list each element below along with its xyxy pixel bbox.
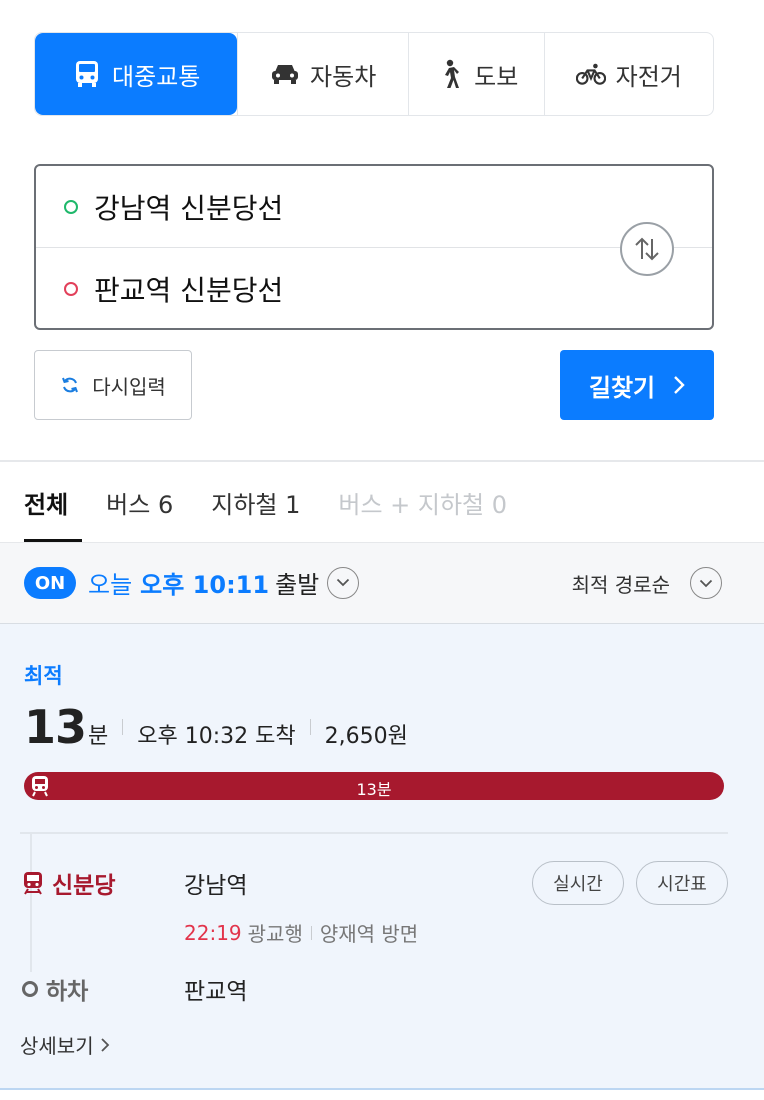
search-label: 길찾기 <box>588 373 656 402</box>
route-summary: 13 분 오후 10:32 도착 2,650원 <box>24 700 408 754</box>
sort-label: 최적 경로순 <box>571 572 670 597</box>
departure-bar: ON 오늘 오후 10:11 출발 최적 경로순 <box>0 542 764 624</box>
origin-dot-icon <box>64 200 78 214</box>
details-link[interactable]: 상세보기 <box>20 1030 110 1059</box>
reset-label: 다시입력 <box>92 374 166 399</box>
refresh-icon <box>62 377 79 393</box>
train-direction: 광교행 <box>247 922 303 946</box>
subway-icon <box>24 772 56 800</box>
subway-icon <box>24 872 42 895</box>
chevron-right-icon <box>100 1037 109 1052</box>
mode-tab-car[interactable]: 자동차 <box>237 33 408 115</box>
destination-text: 판교역 신분당선 <box>94 274 284 307</box>
duration-value: 13 <box>24 700 87 754</box>
route-input-box: 강남역 신분당선 판교역 신분당선 <box>34 164 714 330</box>
mode-tab-transit[interactable]: 대중교통 <box>35 33 238 115</box>
mode-label-transit: 대중교통 <box>112 62 201 91</box>
arrival-time: 오후 10:32 도착 <box>137 724 296 749</box>
train-detail: 22:19 광교행 양재역 방면 <box>184 918 418 947</box>
departure-time-selector[interactable]: 오늘 오후 10:11 출발 <box>88 565 360 600</box>
realtime-button[interactable]: 실시간 <box>532 861 624 905</box>
transport-mode-tabs: 대중교통 자동차 도보 자전거 <box>34 32 714 116</box>
tab-bus-subway[interactable]: 버스 + 지하철 0 <box>338 462 545 542</box>
fare: 2,650원 <box>324 724 408 749</box>
train-departure-time: 22:19 <box>184 920 242 945</box>
bicycle-icon <box>575 59 606 89</box>
summary-separator <box>122 719 124 735</box>
mode-label-bicycle: 자전거 <box>615 62 682 91</box>
departure-time: 오후 10:11 <box>140 571 270 599</box>
departure-suffix: 출발 <box>275 571 320 599</box>
origin-text: 강남역 신분당선 <box>94 192 284 225</box>
alight-label: 하차 <box>46 979 89 1005</box>
chevron-down-icon <box>690 567 722 599</box>
tab-all[interactable]: 전체 <box>24 462 83 542</box>
duration-unit: 분 <box>88 724 109 749</box>
destination-dot-icon <box>64 282 78 296</box>
chevron-right-icon <box>674 376 685 394</box>
route-timeline-bar: 13분 <box>24 772 724 800</box>
swap-button[interactable] <box>620 222 674 276</box>
route-vertical-line <box>30 834 32 972</box>
route-result-card[interactable]: 최적 13 분 오후 10:32 도착 2,650원 13분 신분당 강남역 실… <box>0 624 764 1090</box>
details-label: 상세보기 <box>20 1034 94 1058</box>
search-route-button[interactable]: 길찾기 <box>560 350 714 420</box>
alight-dot-icon <box>22 981 38 997</box>
best-route-tag: 최적 <box>24 664 63 688</box>
alighting-station: 판교역 <box>184 979 248 1005</box>
tab-subway[interactable]: 지하철 1 <box>211 462 338 542</box>
timeline-duration-label: 13분 <box>356 780 392 799</box>
boarding-station: 강남역 <box>184 873 248 899</box>
mode-tab-bicycle[interactable]: 자전거 <box>543 33 714 115</box>
mode-label-car: 자동차 <box>310 62 377 91</box>
result-filter-tabs: 전체 버스 6 지하철 1 버스 + 지하철 0 <box>24 462 545 542</box>
subway-line-name: 신분당 <box>22 866 115 900</box>
departure-toggle[interactable]: ON <box>24 567 76 599</box>
tab-bus[interactable]: 버스 6 <box>106 462 211 542</box>
walk-icon <box>434 59 464 89</box>
swap-arrows-icon <box>635 237 659 261</box>
train-platform: 양재역 방면 <box>319 922 419 946</box>
summary-separator <box>309 719 311 735</box>
car-icon <box>270 59 300 89</box>
detail-separator <box>310 925 312 940</box>
chevron-down-icon[interactable] <box>327 566 360 599</box>
mode-label-walk: 도보 <box>474 62 519 91</box>
destination-field[interactable]: 판교역 신분당선 <box>36 248 712 330</box>
card-divider <box>20 832 728 834</box>
timetable-button[interactable]: 시간표 <box>636 861 728 905</box>
bus-icon <box>72 59 102 89</box>
alight-marker: 하차 <box>22 972 88 1006</box>
mode-tab-walk[interactable]: 도보 <box>407 33 544 115</box>
sort-selector[interactable]: 최적 경로순 <box>572 567 722 599</box>
origin-field[interactable]: 강남역 신분당선 <box>36 166 712 248</box>
departure-day: 오늘 <box>88 571 133 599</box>
reset-button[interactable]: 다시입력 <box>34 350 192 420</box>
line-name-label: 신분당 <box>52 873 116 899</box>
